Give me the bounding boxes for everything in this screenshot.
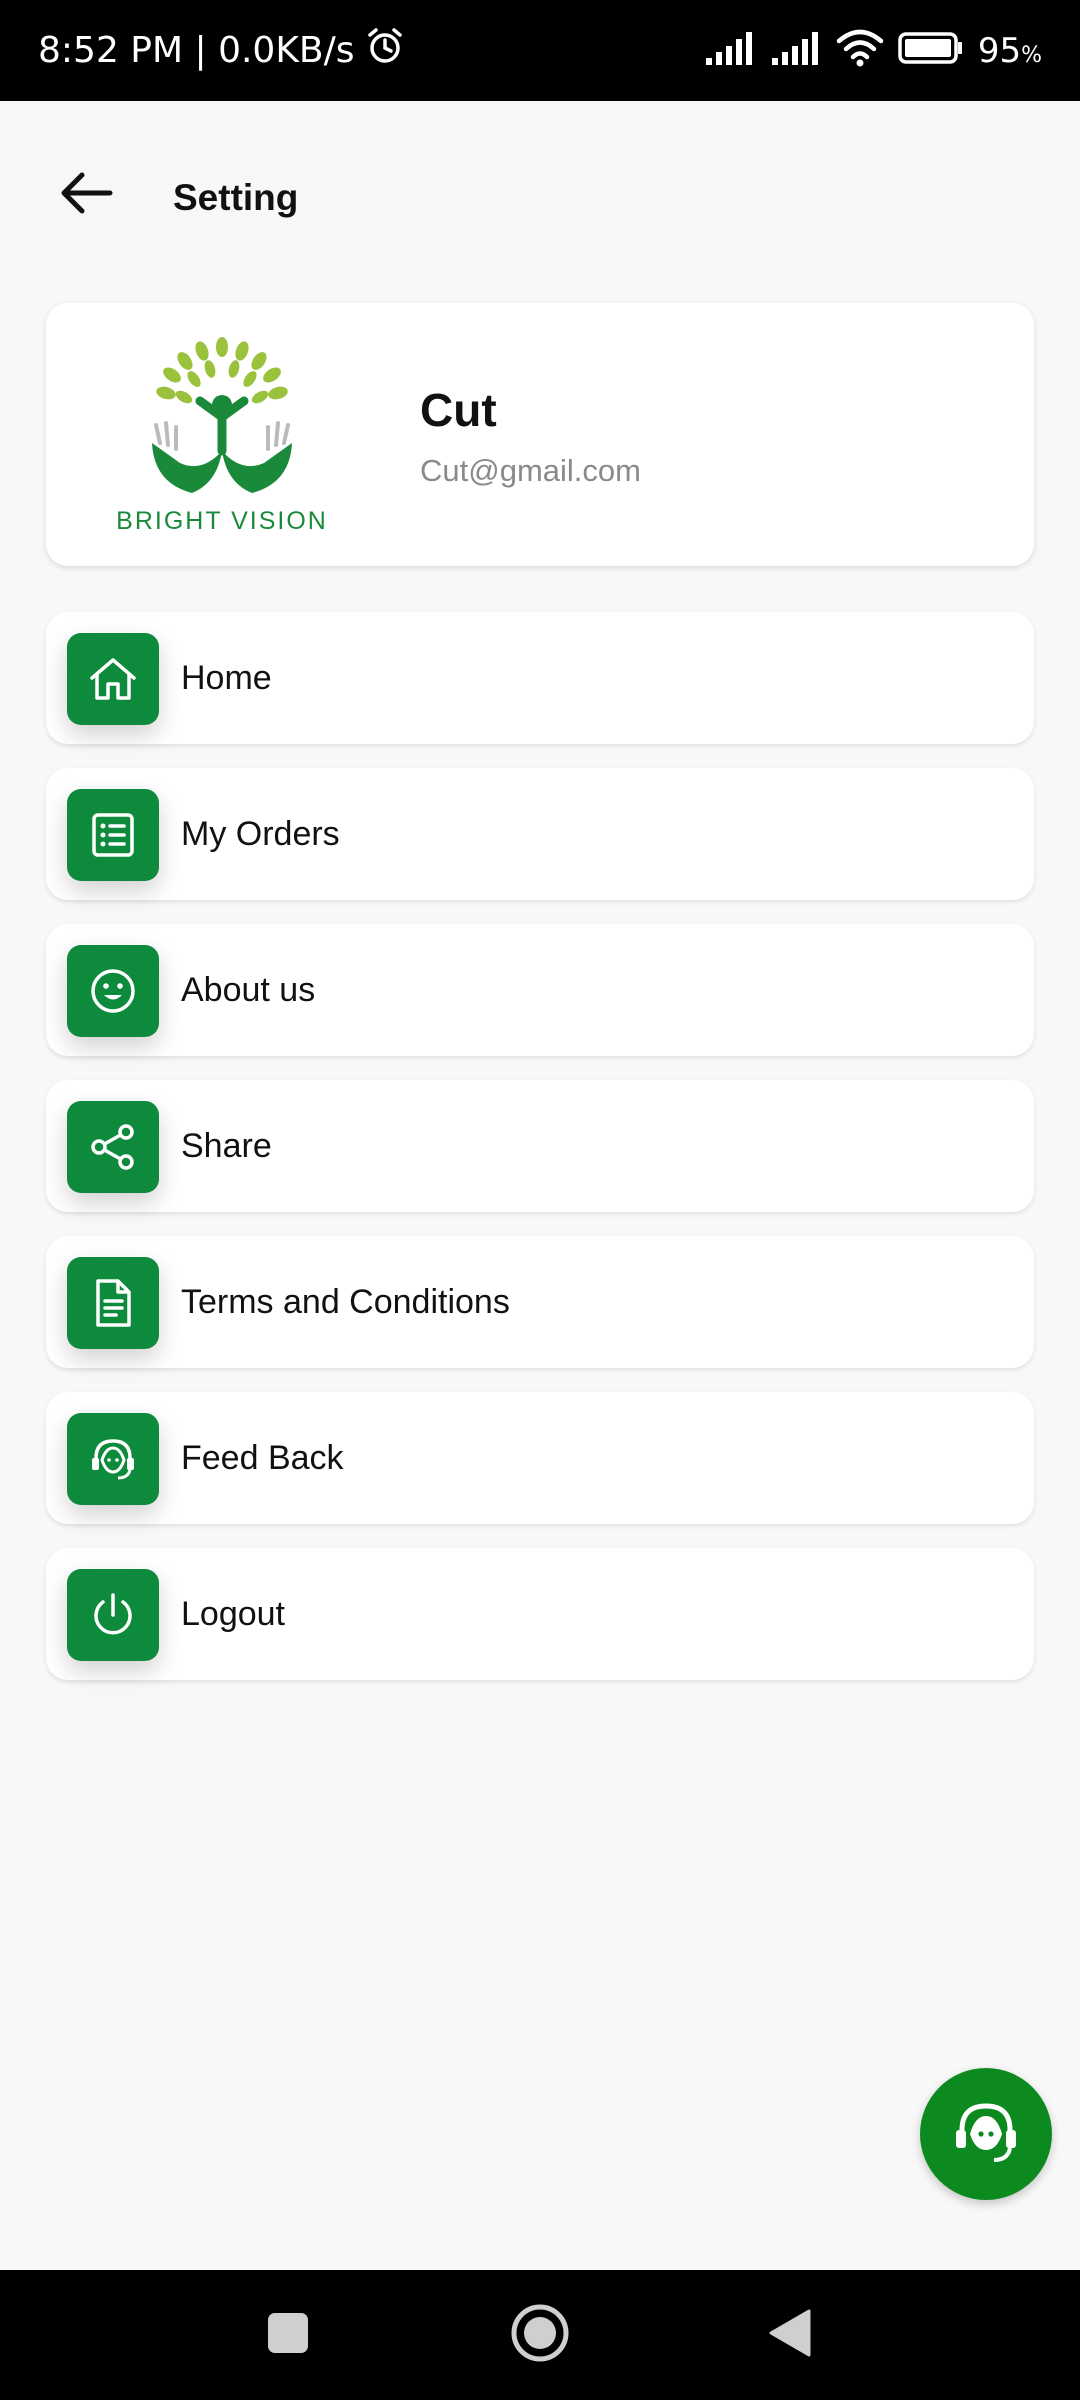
menu-item-my-orders[interactable]: My Orders <box>46 768 1034 900</box>
menu-item-logout[interactable]: Logout <box>46 1548 1034 1680</box>
menu-item-label: My Orders <box>181 814 340 853</box>
home-circle-icon <box>510 2303 570 2368</box>
document-icon <box>67 1257 159 1349</box>
menu-item-label: Share <box>181 1126 272 1165</box>
system-nav-bar <box>0 2270 1080 2400</box>
recents-button[interactable] <box>228 2270 348 2400</box>
recents-icon <box>266 2311 310 2360</box>
signal-icon <box>770 30 822 71</box>
back-button[interactable] <box>50 159 122 231</box>
svg-text:BRIGHT VISION: BRIGHT VISION <box>116 507 328 535</box>
menu-item-label: Feed Back <box>181 1438 344 1477</box>
status-right: 95% <box>704 0 1042 101</box>
support-fab[interactable] <box>920 2068 1052 2200</box>
status-time: 8:52 PM | 0.0KB/s <box>38 30 355 71</box>
menu-item-share[interactable]: Share <box>46 1080 1034 1212</box>
share-icon <box>67 1101 159 1193</box>
list-icon <box>67 789 159 881</box>
headset-icon <box>67 1413 159 1505</box>
power-icon <box>67 1569 159 1661</box>
menu-item-home[interactable]: Home <box>46 612 1034 744</box>
profile-card: BRIGHT VISION Cut Cut@gmail.com <box>46 303 1034 566</box>
back-nav-button[interactable] <box>730 2270 850 2400</box>
menu-item-label: Logout <box>181 1594 285 1633</box>
profile-email: Cut@gmail.com <box>420 453 641 488</box>
wifi-icon <box>836 29 884 72</box>
page-title: Setting <box>173 177 299 218</box>
back-triangle-icon <box>767 2308 813 2363</box>
arrow-left-icon <box>58 169 114 222</box>
home-nav-button[interactable] <box>480 2270 600 2400</box>
smiley-icon <box>67 945 159 1037</box>
menu-item-label: Home <box>181 658 272 697</box>
menu-item-label: About us <box>181 970 316 1009</box>
menu-item-about-us[interactable]: About us <box>46 924 1034 1056</box>
status-bar: 8:52 PM | 0.0KB/s 95% <box>0 0 1080 101</box>
battery-percent: 95% <box>977 30 1042 71</box>
app-header: Setting <box>0 101 1080 291</box>
menu-item-label: Terms and Conditions <box>181 1282 510 1321</box>
alarm-icon <box>365 26 405 75</box>
menu-item-feedback[interactable]: Feed Back <box>46 1392 1034 1524</box>
battery-icon <box>898 31 964 70</box>
support-headset-icon <box>948 2094 1024 2175</box>
home-icon <box>67 633 159 725</box>
menu-item-terms[interactable]: Terms and Conditions <box>46 1236 1034 1368</box>
bright-vision-logo: BRIGHT VISION <box>82 333 362 543</box>
signal-icon <box>704 30 756 71</box>
profile-name: Cut <box>420 384 497 436</box>
status-left: 8:52 PM | 0.0KB/s <box>38 0 405 101</box>
